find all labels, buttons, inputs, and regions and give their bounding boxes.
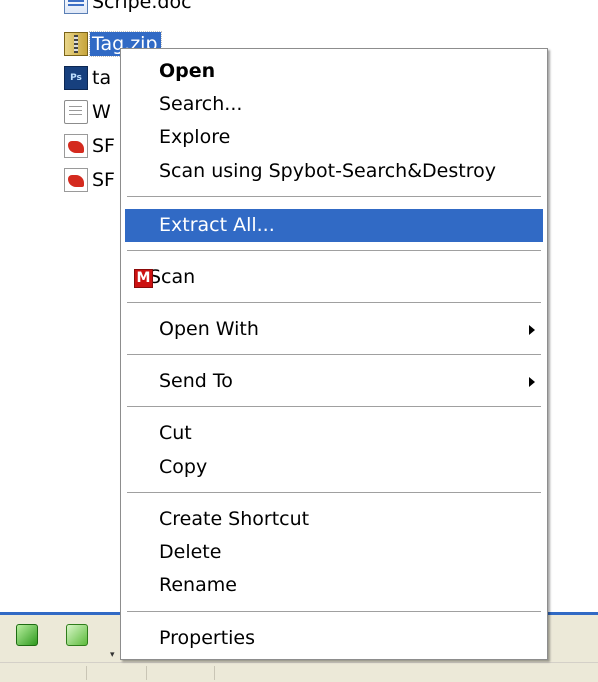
file-name: Scripe.doc [92,0,192,13]
file-list: Scripe.doc Tag.zip Ps ta W SF SF [64,0,192,200]
file-item[interactable]: Scripe.doc [64,0,204,14]
menu-item-label: Search... [159,93,243,115]
pdf-file-icon [64,134,88,158]
dropdown-arrow-icon[interactable]: ▾ [110,650,120,660]
file-name: SF [92,169,115,191]
menu-item-search[interactable]: Search... [125,88,543,121]
menu-item-label: Properties [159,627,256,649]
menu-item-label: Extract All... [159,214,275,236]
status-cell [0,666,87,680]
menu-item-label: Scan using Spybot-Search&Destroy [159,160,496,182]
green-square-icon[interactable] [16,624,38,646]
submenu-arrow-icon [529,377,535,387]
menu-item-scan-spybot[interactable]: Scan using Spybot-Search&Destroy [125,155,543,188]
pdf-file-icon [64,168,88,192]
menu-item-delete[interactable]: Delete [125,536,543,569]
menu-item-cut[interactable]: Cut [125,417,543,450]
submenu-arrow-icon [529,325,535,335]
menu-item-label: Open With [159,318,259,340]
menu-separator [127,492,541,493]
status-cell [86,666,147,680]
menu-item-label: Copy [159,456,208,478]
menu-separator [127,354,541,355]
menu-item-scan[interactable]: M Scan [125,261,543,294]
menu-item-create-shortcut[interactable]: Create Shortcut [125,503,543,536]
menu-item-label: Explore [159,126,231,148]
menu-item-open[interactable]: Open [125,55,543,88]
menu-separator [127,406,541,407]
green-cube-icon[interactable] [66,624,88,646]
menu-separator [127,250,541,251]
menu-item-rename[interactable]: Rename [125,569,543,602]
menu-item-label: Delete [159,541,222,563]
mcafee-scan-icon: M [134,269,153,288]
menu-item-properties[interactable]: Properties [125,622,543,655]
photoshop-file-icon: Ps [64,66,88,90]
menu-item-label: Open [159,60,216,82]
word-doc-icon [64,0,88,14]
menu-item-label: Scan [149,266,196,288]
file-name: ta [92,67,112,89]
status-cell [146,666,215,680]
file-name: W [92,101,111,123]
menu-separator [127,611,541,612]
file-name: SF [92,135,115,157]
menu-item-label: Send To [159,370,233,392]
menu-item-extract-all[interactable]: Extract All... [125,209,543,242]
menu-item-send-to[interactable]: Send To [125,365,543,398]
zip-folder-icon [64,32,88,56]
menu-item-copy[interactable]: Copy [125,451,543,484]
menu-separator [127,196,541,197]
menu-item-label: Rename [159,574,237,596]
menu-separator [127,302,541,303]
menu-item-open-with[interactable]: Open With [125,313,543,346]
desktop-window: Scripe.doc Tag.zip Ps ta W SF SF ▾ Open … [0,0,598,682]
menu-item-explore[interactable]: Explore [125,121,543,154]
text-file-icon [64,100,88,124]
menu-item-label: Create Shortcut [159,508,310,530]
context-menu: Open Search... Explore Scan using Spybot… [120,48,548,660]
menu-item-label: Cut [159,422,192,444]
